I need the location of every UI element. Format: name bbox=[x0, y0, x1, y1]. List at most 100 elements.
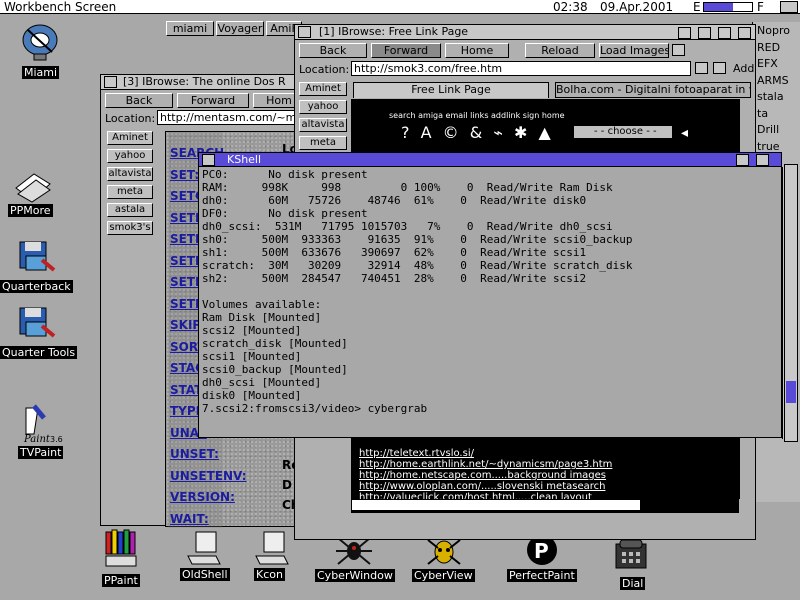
quarterback-label[interactable]: Quarterback bbox=[0, 280, 73, 293]
launcher-voyager[interactable]: Voyager bbox=[216, 21, 264, 36]
dos-side-button[interactable]: altavista bbox=[107, 167, 153, 181]
free-side-button[interactable]: yahoo bbox=[299, 100, 347, 114]
free-home-button[interactable]: Home bbox=[445, 43, 509, 58]
dos-command-link[interactable]: SET: bbox=[170, 168, 199, 182]
free-reload-button[interactable]: Reload bbox=[525, 43, 595, 58]
free-zoom-gadget[interactable] bbox=[698, 27, 711, 39]
right-window-item[interactable]: stala bbox=[757, 89, 797, 106]
free-load-images-button[interactable]: Load Images bbox=[599, 43, 669, 58]
dos-side-button[interactable]: smok3's bbox=[107, 221, 153, 235]
kshell-depth-gadget[interactable] bbox=[756, 154, 769, 166]
dial-label[interactable]: Dial bbox=[620, 577, 646, 590]
dos-command-link[interactable]: VERSION: bbox=[170, 490, 235, 504]
ppaint-label[interactable]: PPaint bbox=[102, 574, 140, 587]
kcon-label[interactable]: Kcon bbox=[254, 568, 285, 581]
free-link-item[interactable]: http://www.oloplan.com/.....slovenski me… bbox=[359, 481, 605, 492]
dos-side-button[interactable]: astala bbox=[107, 203, 153, 217]
dos-url-field[interactable]: http://mentasm.com/~mra bbox=[157, 110, 305, 125]
cyberwindow-label[interactable]: CyberWindow bbox=[315, 569, 395, 582]
free-horizontal-scrollbar[interactable] bbox=[351, 499, 641, 511]
date: 09.Apr.2001 bbox=[600, 0, 674, 14]
right-window-item[interactable]: Drill bbox=[757, 122, 797, 139]
kshell-line: RAM: 998K 998 0 100% 0 Read/Write Ram Di… bbox=[202, 181, 613, 194]
dos-back-button[interactable]: Back bbox=[105, 93, 173, 108]
dos-side-button[interactable]: Aminet bbox=[107, 131, 153, 145]
kshell-line: sh2: 500M 284547 740451 28% 0 Read/Write… bbox=[202, 272, 587, 285]
free-link-item[interactable]: http://teletext.rtvslo.si/ bbox=[359, 448, 474, 459]
ppmore-icon[interactable] bbox=[12, 168, 52, 204]
free-url-field[interactable]: http://smok3.com/free.htm bbox=[351, 61, 691, 76]
dos-window-titlebar[interactable]: [3] IBrowse: The online Dos R bbox=[101, 75, 305, 90]
tab-free-link-page[interactable]: Free Link Page bbox=[353, 82, 549, 98]
choose-dropdown[interactable]: - - choose - - bbox=[573, 125, 673, 139]
oldshell-icon[interactable] bbox=[186, 530, 222, 566]
dos-close-gadget[interactable] bbox=[104, 76, 117, 88]
kshell-window: KShell PC0: No disk present RAM: 998K 998… bbox=[198, 152, 796, 439]
miami-label[interactable]: Miami bbox=[22, 66, 60, 79]
kshell-line: 7.scsi2:fromscsi3/video> cybergrab bbox=[202, 402, 428, 415]
free-link-item[interactable]: http://home.earthlink.net/~dynamicsm/pag… bbox=[359, 459, 612, 470]
right-window-item[interactable]: Nopro bbox=[757, 23, 797, 40]
free-iconify-gadget[interactable] bbox=[678, 27, 691, 39]
dos-command-link[interactable]: UNSETENV: bbox=[170, 469, 247, 483]
free-back-button[interactable]: Back bbox=[299, 43, 367, 58]
free-location-label: Location: bbox=[299, 63, 350, 76]
free-add-button[interactable]: Add bbox=[733, 62, 754, 75]
free-side-button[interactable]: altavista bbox=[299, 118, 347, 132]
free-depth2-gadget[interactable] bbox=[738, 27, 751, 39]
kshell-zoom-gadget[interactable] bbox=[736, 154, 749, 166]
meter-e-label: E bbox=[693, 0, 701, 14]
ppaint-icon[interactable] bbox=[104, 528, 138, 568]
oldshell-label[interactable]: OldShell bbox=[180, 568, 230, 581]
kshell-line: dh0: 60M 75726 48746 61% 0 Read/Write di… bbox=[202, 194, 587, 207]
free-close-gadget[interactable] bbox=[298, 26, 311, 38]
dos-command-link[interactable]: SKIP bbox=[170, 318, 201, 332]
kshell-output[interactable]: PC0: No disk present RAM: 998K 998 0 100%… bbox=[202, 168, 762, 436]
quarter-tools-label[interactable]: Quarter Tools bbox=[0, 346, 78, 359]
free-url-history-button[interactable] bbox=[695, 62, 708, 74]
dos-command-link[interactable]: WAIT: bbox=[170, 512, 209, 526]
cyberview-label[interactable]: CyberView bbox=[412, 569, 475, 582]
kshell-line: sh1: 500M 633676 390697 62% 0 Read/Write… bbox=[202, 246, 587, 259]
quarterback-icon[interactable] bbox=[16, 236, 56, 276]
dos-command-link[interactable]: UNSET: bbox=[170, 447, 219, 461]
free-forward-button[interactable]: Forward bbox=[371, 43, 441, 58]
quarter-tools-icon[interactable] bbox=[16, 302, 56, 342]
free-side-button[interactable]: Aminet bbox=[299, 82, 347, 96]
free-images-toggle[interactable] bbox=[672, 44, 685, 56]
free-window-titlebar[interactable]: [1] IBrowse: Free Link Page bbox=[295, 25, 755, 40]
free-depth-gadget[interactable] bbox=[718, 27, 731, 39]
dos-window-title: [3] IBrowse: The online Dos R bbox=[123, 75, 286, 88]
free-link-item[interactable]: http://home.netscape.com.....background … bbox=[359, 470, 606, 481]
site-nav-icons[interactable]: ? A © & ⌁ ✱ ▲ bbox=[401, 123, 554, 142]
dos-location-label: Location: bbox=[105, 112, 156, 125]
free-side-button[interactable]: meta bbox=[299, 136, 347, 150]
dos-side-button[interactable]: meta bbox=[107, 185, 153, 199]
right-window-item[interactable]: ta bbox=[757, 106, 797, 123]
ppmore-label[interactable]: PPMore bbox=[8, 204, 53, 217]
miami-icon[interactable] bbox=[20, 20, 60, 61]
dial-icon[interactable] bbox=[614, 538, 648, 570]
kcon-icon[interactable] bbox=[254, 530, 290, 566]
kshell-scroll-knob[interactable] bbox=[786, 381, 796, 403]
kshell-right-scroll[interactable] bbox=[784, 164, 798, 442]
svg-text:P: P bbox=[534, 539, 549, 563]
kshell-titlebar[interactable]: KShell bbox=[199, 153, 781, 167]
perfectpaint-label[interactable]: PerfectPaint bbox=[507, 569, 577, 582]
free-url-go-button[interactable] bbox=[713, 62, 726, 74]
dos-forward-button[interactable]: Forward bbox=[177, 93, 249, 108]
tab-bolha[interactable]: Bolha.com - Digitalni fotoaparat in web bbox=[555, 82, 751, 98]
tvpaint-label[interactable]: TVPaint bbox=[18, 446, 64, 459]
dos-side-button[interactable]: yahoo bbox=[107, 149, 153, 163]
right-window-item[interactable]: ARMS bbox=[757, 73, 797, 90]
svg-text:Paint: Paint bbox=[23, 434, 51, 444]
clock: 02:38 bbox=[553, 0, 588, 14]
cursor-arrow-icon: ◂ bbox=[681, 125, 689, 141]
kshell-line: scsi0_backup [Mounted] bbox=[202, 363, 348, 376]
screen-depth-gadget[interactable] bbox=[780, 1, 798, 13]
right-window-item[interactable]: EFX bbox=[757, 56, 797, 73]
right-window-item[interactable]: RED bbox=[757, 40, 797, 57]
kshell-close-gadget[interactable] bbox=[202, 154, 215, 166]
launcher-miami[interactable]: miami bbox=[166, 21, 214, 36]
tvpaint-icon[interactable]: Paint 3.6 bbox=[20, 404, 64, 445]
